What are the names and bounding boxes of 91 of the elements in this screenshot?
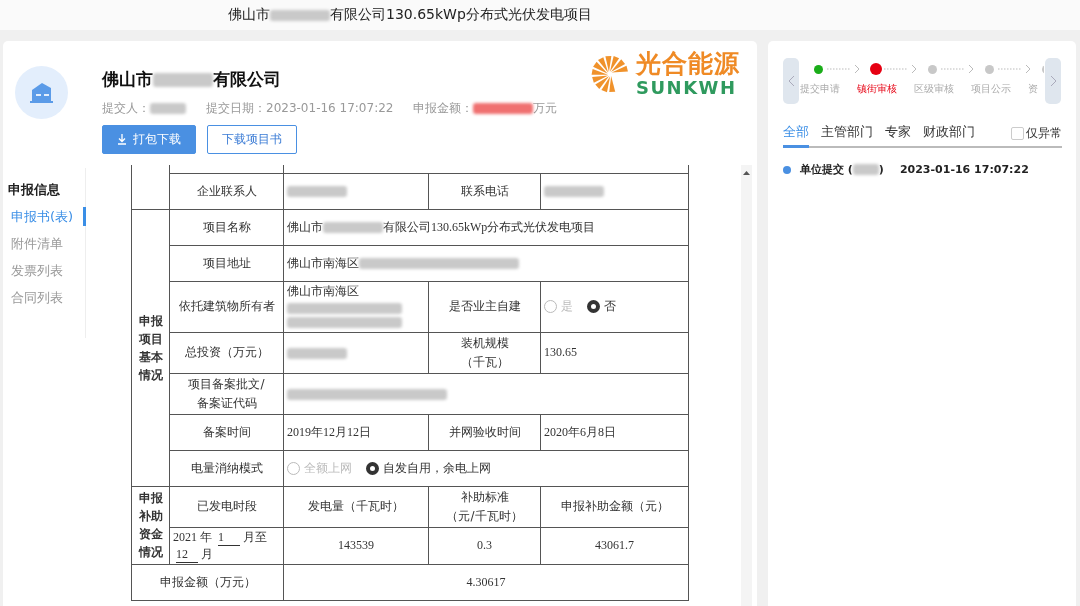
- table-value: 佛山市南海区: [287, 283, 359, 298]
- nav-title: 申报信息: [8, 181, 61, 199]
- meta-text: 提交日期：2023-01-16 17:07:22: [206, 100, 394, 117]
- step-connector-icon: [884, 64, 918, 74]
- redacted-text: [852, 164, 879, 175]
- table-value: 0.3: [477, 538, 492, 552]
- field-label: 并网验收时间: [448, 424, 521, 439]
- table-value: 130.65: [544, 345, 577, 359]
- tab[interactable]: 主管部门: [821, 120, 873, 146]
- step-label: 镇街审核: [856, 82, 898, 96]
- nav-item[interactable]: 附件清单: [8, 230, 86, 257]
- step-connector-icon: [998, 64, 1032, 74]
- section-heading: 申报项目基本情况: [138, 312, 163, 384]
- chevron-right-icon: [1049, 75, 1057, 87]
- company-name: 有限公司: [213, 68, 281, 91]
- field-label: 备案时间: [202, 424, 251, 439]
- chevron-left-icon: [787, 75, 795, 87]
- scroll-up-icon[interactable]: [743, 171, 750, 175]
- field-label: 电量消纳模式: [190, 460, 263, 475]
- step-connector-icon: [827, 64, 861, 74]
- timeline-text: ): [878, 163, 884, 176]
- nav-item[interactable]: 申报书(表): [8, 207, 86, 226]
- field-label: 补助标准: [459, 488, 510, 506]
- field-label: 企业联系人: [196, 183, 257, 198]
- field-label: 已发电时段: [196, 499, 257, 513]
- field-label: （千瓦）: [459, 353, 510, 371]
- meta-text: 提交人：: [102, 100, 150, 117]
- logo-text: 光合能源: [636, 51, 740, 76]
- step-connector-icon: [941, 64, 975, 74]
- step-label: 资: [1027, 82, 1039, 96]
- table-value: 2019年12月12日: [287, 424, 371, 439]
- field-label: （元/千瓦时）: [445, 507, 524, 525]
- table-value: 2021 年: [173, 529, 213, 544]
- meta-text: 申报金额：: [413, 100, 474, 117]
- field-label: 项目地址: [202, 255, 251, 270]
- tab[interactable]: 专家: [885, 120, 911, 146]
- fill-in-line: 12: [176, 546, 198, 563]
- field-label: 申报金额（万元）: [159, 574, 256, 589]
- redacted-text: [287, 347, 347, 359]
- tab[interactable]: 全部: [783, 120, 809, 148]
- field-label: 项目备案批文/: [187, 375, 266, 393]
- page-title: 佛山市: [228, 6, 270, 24]
- table-value: 4.30617: [466, 574, 506, 589]
- logo-text: SUNKWH: [636, 79, 738, 97]
- company-name: 佛山市: [102, 68, 153, 91]
- table-value: 佛山市: [287, 219, 323, 234]
- meta-text: 万元: [533, 100, 558, 117]
- table-value: 月: [201, 546, 213, 561]
- nav-item[interactable]: 发票列表: [8, 257, 86, 284]
- scrollbar[interactable]: [741, 165, 752, 606]
- timeline-time: 2023-01-16 17:07:22: [899, 163, 1029, 176]
- section-heading: 申报补助资金情况: [138, 490, 163, 561]
- download-button[interactable]: 打包下载: [102, 125, 196, 154]
- redacted-text: [270, 9, 330, 21]
- step-label: 区级审核: [913, 82, 955, 96]
- abnormal-only-checkbox[interactable]: 仅异常: [1011, 124, 1062, 142]
- field-label: 项目名称: [202, 219, 251, 234]
- field-label: 备案证代码: [195, 394, 258, 412]
- field-label: 装机规模: [459, 334, 510, 352]
- step-label: 提交申请: [799, 82, 841, 96]
- radio-option[interactable]: 否: [587, 298, 616, 315]
- field-label: 发电量（千瓦时）: [308, 499, 404, 513]
- previous-button[interactable]: [783, 58, 799, 104]
- radio-option[interactable]: 自发自用，余电上网: [366, 459, 491, 477]
- nav-item[interactable]: 合同列表: [8, 284, 86, 311]
- redacted-text: [287, 186, 347, 198]
- download-button[interactable]: 下载项目书: [207, 125, 297, 154]
- step-label: 项目公示: [970, 82, 1012, 96]
- field-label: 是否业主自建: [448, 299, 521, 313]
- table-value: 143539: [338, 538, 374, 552]
- table-value: 2020年6月8日: [544, 424, 616, 439]
- redacted-text: [150, 103, 186, 114]
- radio-option[interactable]: 是: [544, 298, 573, 315]
- timeline-text: 单位提交 (: [800, 162, 853, 177]
- table-value: 43061.7: [595, 538, 634, 552]
- table-value: 有限公司130.65kWp分布式光伏发电项目: [383, 219, 596, 234]
- field-label: 联系电话: [460, 183, 509, 198]
- download-icon: [117, 134, 127, 145]
- company-avatar-icon: [15, 66, 68, 119]
- field-label: 依托建筑物所有者: [178, 299, 275, 313]
- tab[interactable]: 财政部门: [923, 120, 975, 146]
- next-button[interactable]: [1045, 58, 1061, 104]
- table-value: 佛山市南海区: [287, 255, 359, 270]
- table-value: 月至: [243, 529, 267, 544]
- redacted-text: [153, 72, 213, 87]
- page-title: 有限公司130.65kWp分布式光伏发电项目: [330, 6, 592, 24]
- field-label: 总投资（万元）: [184, 345, 269, 359]
- fill-in-line: 1: [218, 529, 240, 546]
- field-label: 申报补助金额（元）: [560, 499, 669, 513]
- redacted-text: [323, 222, 383, 234]
- redacted-text: [544, 186, 604, 198]
